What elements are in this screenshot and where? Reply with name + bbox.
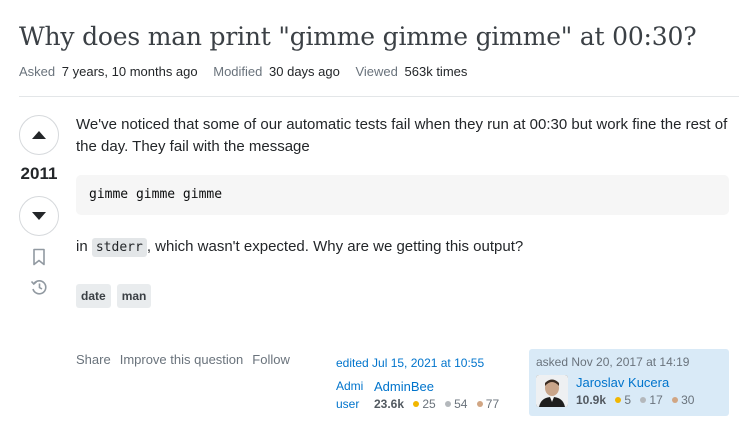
bookmark-icon[interactable]	[32, 248, 46, 266]
p2-after: , which wasn't expected. Why are we gett…	[146, 238, 524, 255]
owner-signature: asked Nov 20, 2017 at 14:19 Jaroslav Kuc…	[529, 349, 729, 416]
asked-value: 7 years, 10 months ago	[61, 64, 198, 79]
p2-before: in	[76, 238, 92, 255]
viewed-label: Viewed	[355, 64, 398, 79]
question-title[interactable]: Why does man print "gimme gimme gimme" a…	[19, 22, 697, 51]
editor-reputation: 23.6k 25 54 77	[374, 397, 500, 411]
follow-link[interactable]: Follow	[252, 352, 290, 367]
asked-label: Asked	[19, 64, 56, 79]
editor-avatar[interactable]: Admi user	[336, 377, 368, 413]
modified-value[interactable]: 30 days ago	[269, 64, 340, 79]
silver-badge-icon	[640, 397, 647, 404]
vote-score: 2011	[20, 164, 58, 183]
question-meta: Asked 7 years, 10 months ago Modified 30…	[19, 64, 479, 79]
modified-label: Modified	[213, 64, 263, 79]
person-photo-icon	[536, 375, 568, 407]
viewed-value: 563k times	[404, 64, 468, 79]
downvote-button[interactable]	[19, 196, 59, 236]
silver-badge-icon	[445, 401, 452, 408]
tag-man[interactable]: man	[116, 284, 152, 308]
tag-list: date man	[76, 284, 152, 308]
editor-name[interactable]: AdminBee	[374, 379, 499, 394]
vote-up-icon	[32, 131, 46, 139]
upvote-button[interactable]	[19, 115, 59, 155]
bronze-badge-icon	[476, 401, 483, 408]
gold-badge-icon	[615, 397, 622, 404]
history-icon[interactable]	[29, 277, 49, 297]
code-block: gimme gimme gimme	[76, 175, 729, 215]
inline-code-stderr: stderr	[91, 238, 147, 257]
owner-avatar[interactable]	[536, 375, 568, 407]
title-divider	[19, 96, 739, 97]
improve-question-link[interactable]: Improve this question	[120, 352, 244, 367]
asked-time: asked Nov 20, 2017 at 14:19	[536, 355, 690, 369]
edited-signature: edited Jul 15, 2021 at 10:55 Admi user A…	[336, 356, 499, 413]
owner-reputation: 10.9k 5 17 30	[576, 393, 695, 407]
tag-date[interactable]: date	[76, 284, 111, 308]
owner-name[interactable]: Jaroslav Kucera	[576, 375, 694, 390]
bronze-badge-icon	[672, 397, 679, 404]
post-actions: Share Improve this question Follow	[76, 352, 290, 367]
vote-down-icon	[32, 212, 46, 220]
question-paragraph-2: in stderr, which wasn't expected. Why ar…	[76, 236, 523, 259]
question-paragraph-1: We've noticed that some of our automatic…	[76, 116, 728, 155]
edited-time[interactable]: edited Jul 15, 2021 at 10:55	[336, 356, 499, 370]
gold-badge-icon	[413, 401, 420, 408]
share-link[interactable]: Share	[76, 352, 111, 367]
